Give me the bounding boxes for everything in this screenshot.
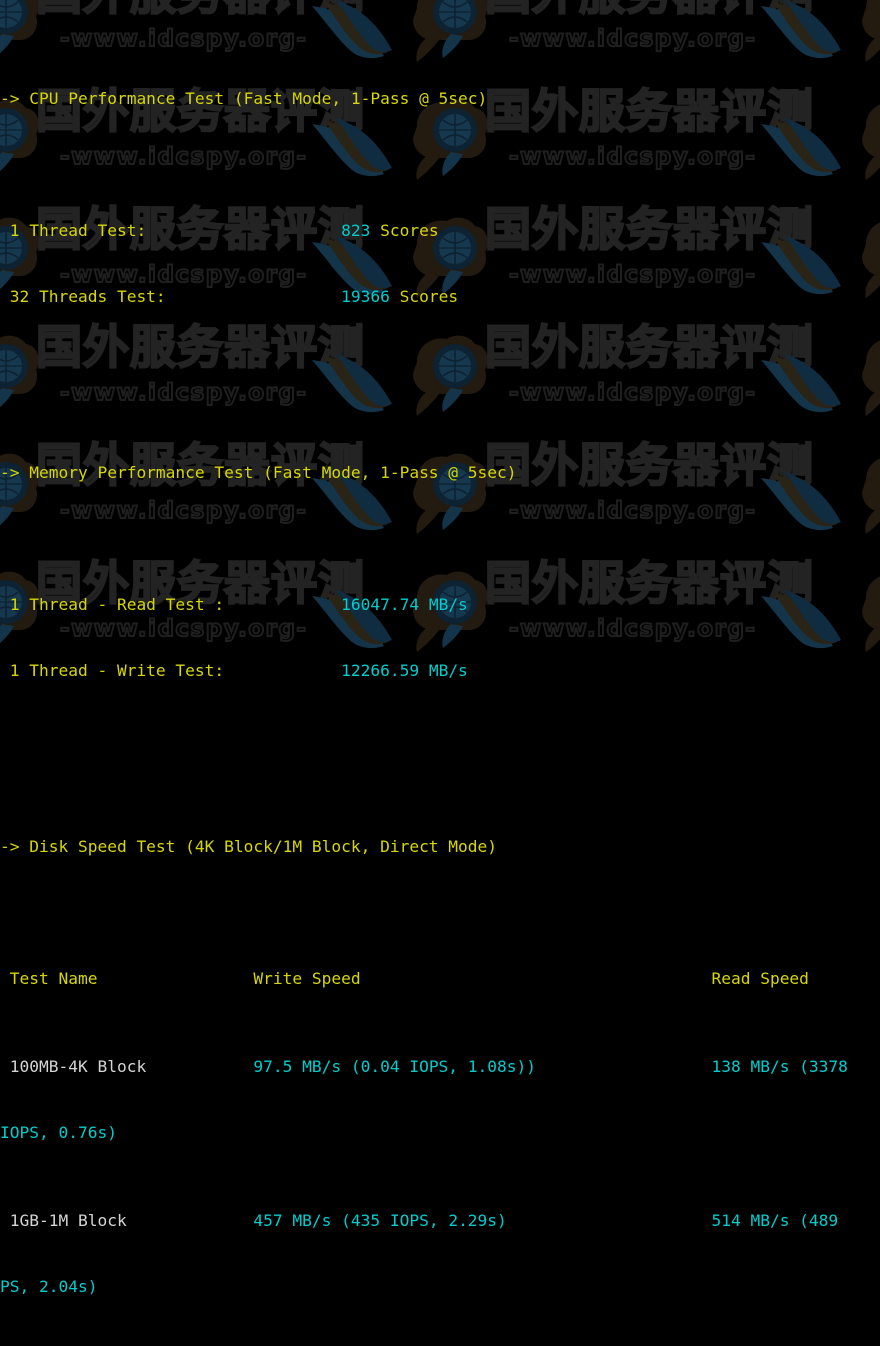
pad — [97, 969, 253, 988]
memory-row-write: 1 Thread - Write Test: 12266.59 MB/s — [0, 661, 468, 680]
pad — [127, 1211, 254, 1230]
memory-heading: -> Memory Performance Test (Fast Mode, 1… — [0, 463, 517, 482]
cpu-row-1thread: 1 Thread Test: 823 Scores — [0, 221, 439, 240]
terminal-output: -> CPU Performance Test (Fast Mode, 1-Pa… — [0, 0, 880, 1296]
cpu-heading: -> CPU Performance Test (Fast Mode, 1-Pa… — [0, 89, 488, 108]
disk-row-1m: 1GB-1M Block 457 MB/s (435 IOPS, 2.29s) … — [0, 1211, 848, 1230]
pad — [146, 1057, 253, 1076]
pad — [507, 1211, 712, 1230]
disk-row-4k-wrap: IOPS, 0.76s) — [0, 1123, 117, 1142]
disk-row-1m-read-head: 514 MB/s (489 — [711, 1211, 848, 1230]
disk-row-4k: 100MB-4K Block 97.5 MB/s (0.04 IOPS, 1.0… — [0, 1057, 848, 1076]
pad — [361, 969, 712, 988]
disk-heading: -> Disk Speed Test (4K Block/1M Block, D… — [0, 837, 498, 856]
cpu-row-32threads: 32 Threads Test: 19366 Scores — [0, 287, 459, 306]
pad — [224, 661, 341, 680]
memory-row-read: 1 Thread - Read Test : 16047.74 MB/s — [0, 595, 468, 614]
disk-row-4k-read-head: 138 MB/s (3378 — [711, 1057, 848, 1076]
pad — [166, 287, 341, 306]
disk-row-1m-wrap: PS, 2.04s) — [0, 1277, 98, 1296]
pad — [536, 1057, 711, 1076]
disk-table-header: Test Name Write Speed Read Speed — [0, 969, 809, 988]
pad — [224, 595, 341, 614]
pad — [146, 221, 341, 240]
